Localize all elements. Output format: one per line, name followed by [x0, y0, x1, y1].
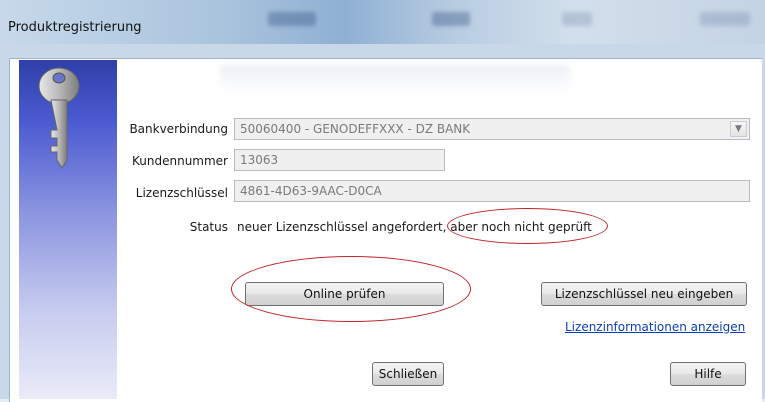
- blurred-background: [220, 65, 570, 93]
- window-title: Produktregistrierung: [8, 20, 142, 35]
- status-label: Status: [189, 220, 228, 234]
- blurred-title-element: [268, 12, 316, 26]
- online-check-button[interactable]: Online prüfen: [245, 282, 444, 306]
- bank-label: Bankverbindung: [129, 122, 228, 136]
- chevron-down-icon[interactable]: ▼: [730, 121, 747, 137]
- close-button[interactable]: Schließen: [372, 362, 444, 386]
- customer-number-field[interactable]: 13063: [234, 149, 445, 171]
- license-info-link[interactable]: Lizenzinformationen anzeigen: [565, 320, 745, 334]
- bank-select[interactable]: 50060400 - GENODEFFXXX - DZ BANK ▼: [234, 118, 750, 140]
- blurred-title-element: [700, 12, 750, 26]
- customer-label: Kundennummer: [132, 154, 228, 168]
- status-text: neuer Lizenzschlüssel angefordert, aber …: [237, 220, 592, 234]
- help-button[interactable]: Hilfe: [670, 362, 746, 386]
- key-icon: [26, 64, 96, 177]
- license-key-field[interactable]: 4861-4D63-9AAC-D0CA: [234, 180, 750, 202]
- bank-select-value: 50060400 - GENODEFFXXX - DZ BANK: [240, 122, 471, 136]
- blurred-title-element: [562, 12, 592, 26]
- license-label: Lizenzschlüssel: [135, 186, 228, 200]
- title-bar: Produktregistrierung: [0, 0, 765, 44]
- reenter-license-button[interactable]: Lizenzschlüssel neu eingeben: [541, 282, 747, 306]
- blurred-title-element: [432, 12, 470, 26]
